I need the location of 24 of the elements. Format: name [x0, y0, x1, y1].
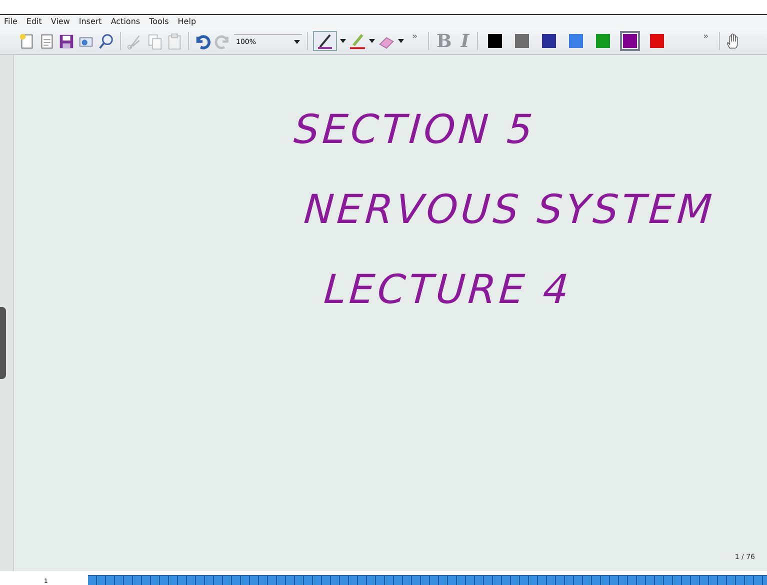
pen-button[interactable]	[313, 31, 337, 51]
caret-icon[interactable]	[369, 39, 375, 43]
caret-icon[interactable]	[340, 39, 346, 43]
color-swatch[interactable]	[620, 31, 640, 51]
new-note-icon[interactable]	[18, 32, 35, 50]
handwritten-text: NERVOUS SYSTEM	[302, 190, 716, 230]
side-handle[interactable]	[0, 307, 6, 379]
handwritten-text: SECTION 5	[292, 110, 537, 150]
handwritten-text: LECTURE 4	[322, 270, 573, 310]
more-button[interactable]: »	[407, 32, 423, 42]
highlighter-icon[interactable]	[349, 32, 366, 50]
caret-icon[interactable]	[398, 39, 404, 43]
menu-item[interactable]: Actions	[110, 17, 140, 26]
more-button[interactable]: »	[698, 32, 714, 42]
menu-item[interactable]: Help	[178, 17, 196, 26]
caret-icon	[294, 40, 300, 44]
menu-item[interactable]: File	[4, 17, 18, 26]
save-icon[interactable]	[58, 32, 75, 50]
undo-icon[interactable]	[194, 32, 211, 50]
menu-item[interactable]: View	[50, 17, 70, 26]
menu-item[interactable]: Edit	[26, 17, 42, 26]
menu-item[interactable]: Tools	[149, 17, 169, 26]
search-icon[interactable]	[98, 32, 115, 50]
menu-item[interactable]: Insert	[78, 17, 102, 26]
